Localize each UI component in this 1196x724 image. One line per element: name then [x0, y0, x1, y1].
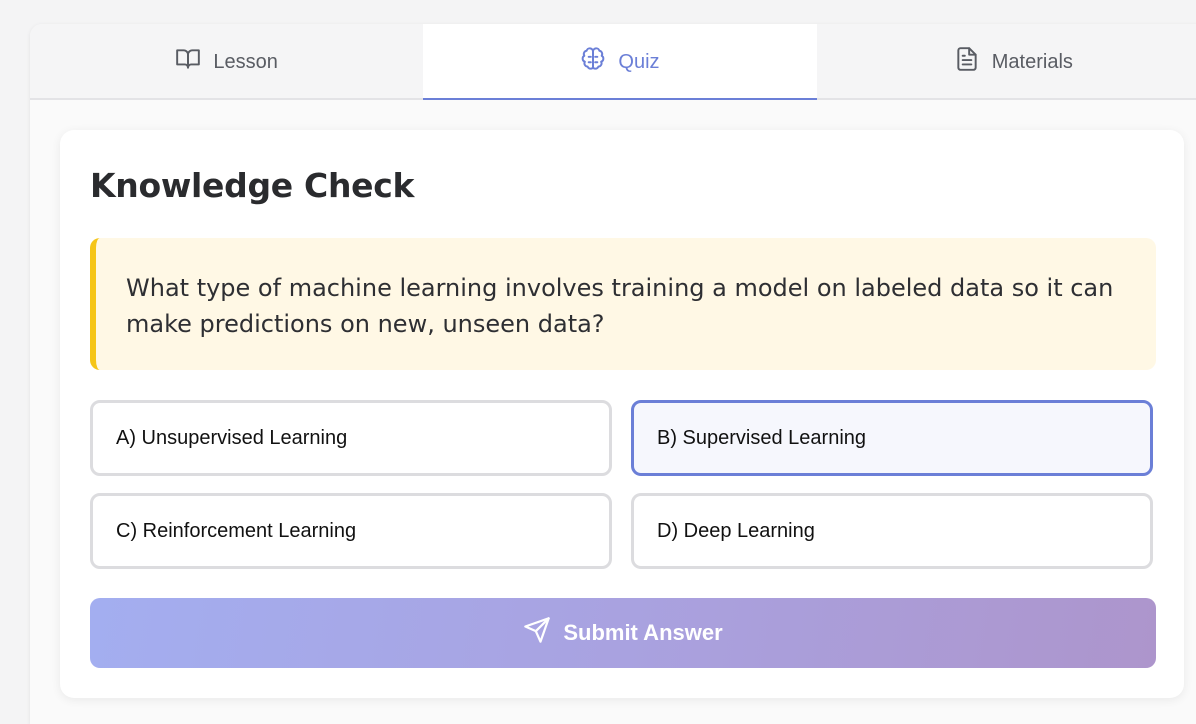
option-d[interactable]: D) Deep Learning [631, 493, 1153, 569]
question-text: What type of machine learning involves t… [126, 274, 1114, 338]
brain-icon [580, 46, 606, 78]
tab-bar: Lesson Quiz Materials [30, 24, 1196, 102]
question-box: What type of machine learning involves t… [90, 238, 1156, 370]
option-c[interactable]: C) Reinforcement Learning [90, 493, 612, 569]
file-text-icon [954, 46, 980, 78]
option-d-label: D) Deep Learning [657, 519, 815, 542]
tab-lesson[interactable]: Lesson [30, 24, 423, 100]
option-a[interactable]: A) Unsupervised Learning [90, 400, 612, 476]
send-icon [523, 616, 551, 650]
tab-materials-label: Materials [991, 50, 1073, 73]
tab-quiz[interactable]: Quiz [423, 24, 817, 102]
tab-materials[interactable]: Materials [817, 24, 1196, 100]
quiz-panel: Lesson Quiz Materials Knowledge Check Wh… [30, 24, 1196, 724]
option-b[interactable]: B) Supervised Learning [631, 400, 1153, 476]
tab-content: Knowledge Check What type of machine lea… [30, 100, 1196, 724]
book-open-icon [175, 46, 201, 78]
submit-answer-button[interactable]: Submit Answer [90, 598, 1156, 668]
option-b-label: B) Supervised Learning [657, 426, 867, 449]
option-c-label: C) Reinforcement Learning [116, 519, 357, 542]
submit-label: Submit Answer [563, 620, 723, 645]
tab-lesson-label: Lesson [213, 50, 278, 73]
card-title: Knowledge Check [90, 166, 415, 205]
option-a-label: A) Unsupervised Learning [116, 426, 348, 449]
tab-quiz-label: Quiz [618, 50, 660, 73]
quiz-card: Knowledge Check What type of machine lea… [60, 130, 1184, 698]
